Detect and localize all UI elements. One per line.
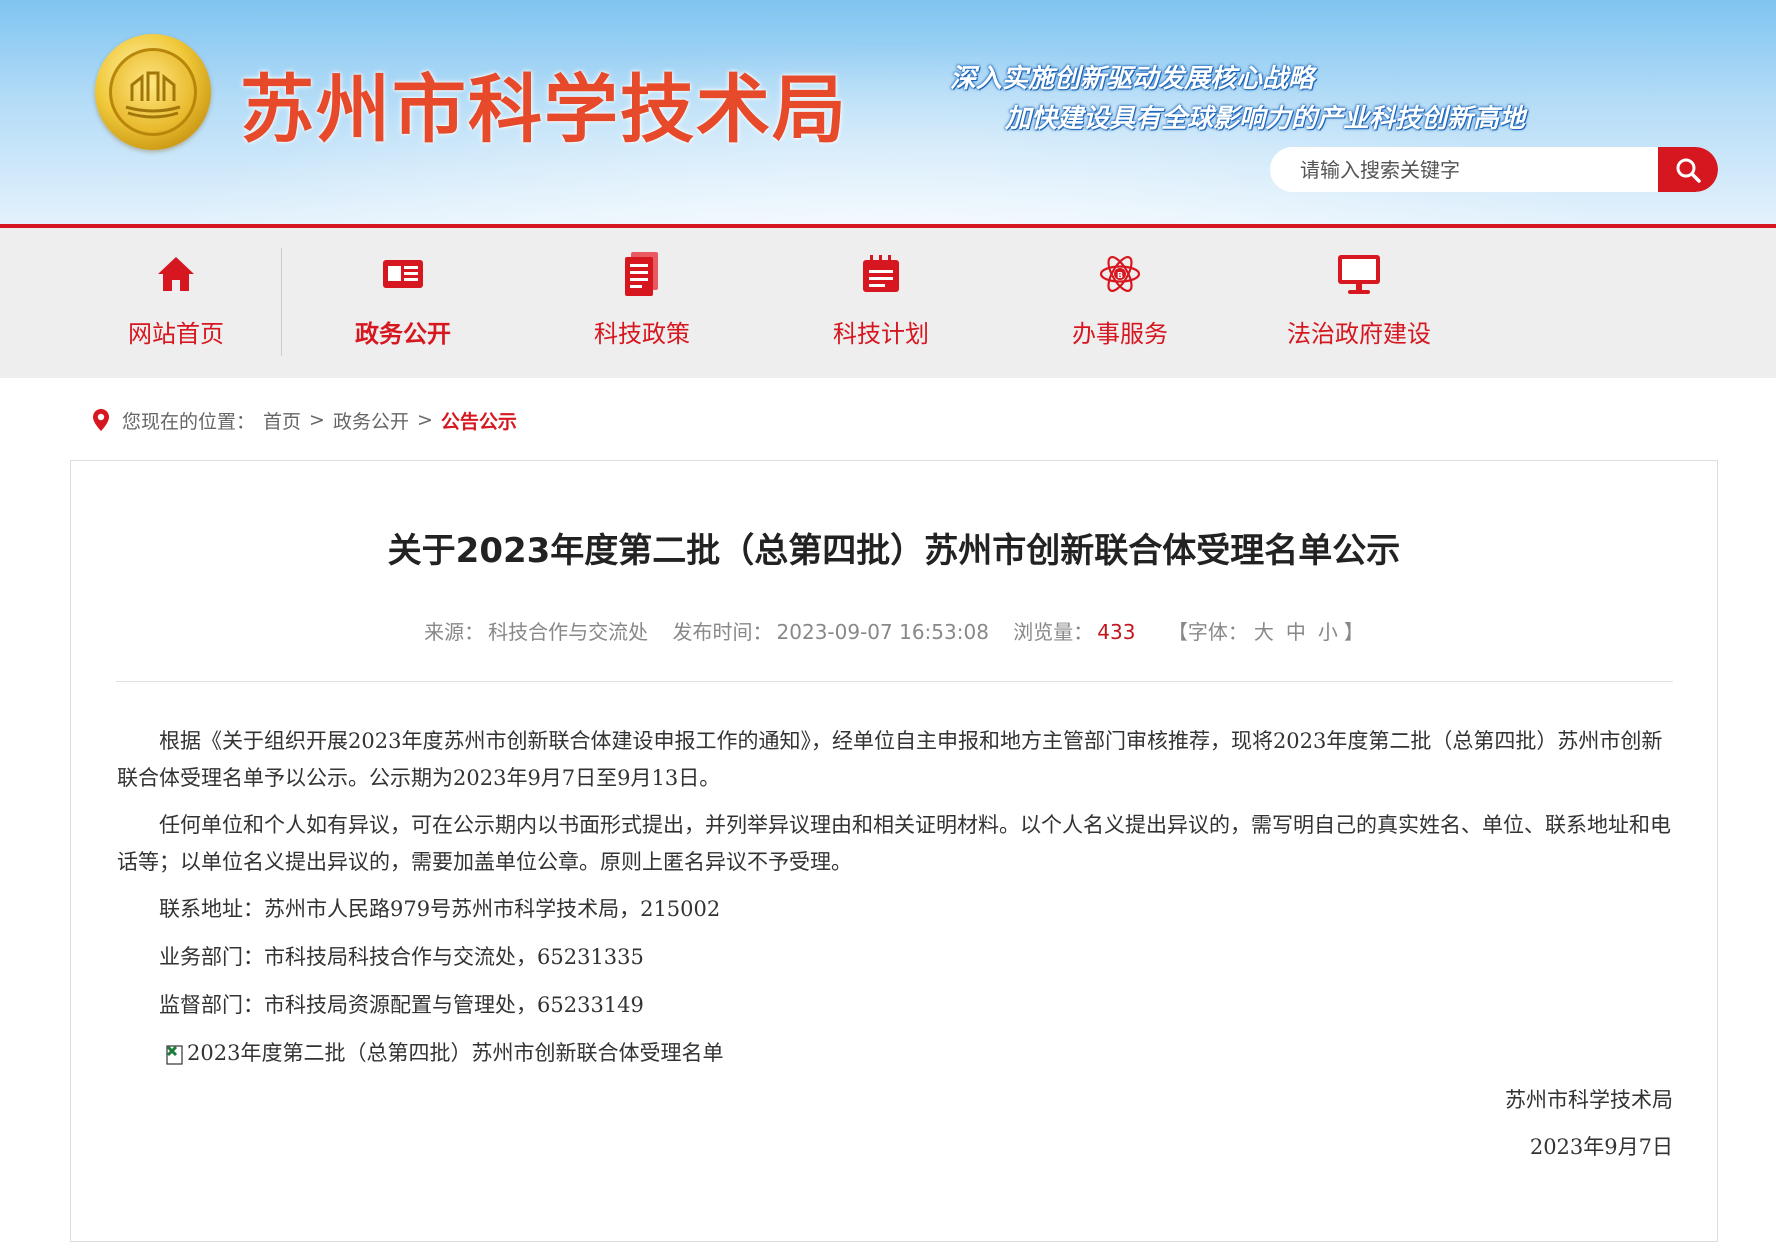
search-input[interactable] (1270, 147, 1658, 192)
breadcrumb: 您现在的位置： 首页 > 政务公开 > 公告公示 (92, 405, 517, 435)
location-pin-icon (93, 409, 109, 431)
nav-label: 政务公开 (355, 320, 451, 348)
home-icon (158, 257, 194, 291)
publish-time-value: 2023-09-07 16:53:08 (776, 620, 989, 644)
search-button[interactable] (1658, 147, 1718, 192)
nav-divider (281, 248, 282, 356)
paragraph: 业务部门：市科技局科技合作与交流处，65231335 (159, 945, 644, 969)
paragraph: 任何单位和个人如有异议，可在公示期内以书面形式提出，并列举异议理由和相关证明材料… (117, 813, 1671, 874)
views-count: 433 (1097, 620, 1136, 644)
article-card: 关于2023年度第二批（总第四批）苏州市创新联合体受理名单公示 来源： 科技合作与… (70, 460, 1718, 1242)
main-nav: 网站首页 政务公开 科技政策 科技计划 B 办事服务 法治政府建设 (0, 228, 1776, 378)
site-header: 苏州市科学技术局 深入实施创新驱动发展核心战略 加快建设具有全球影响力的产业科技… (0, 0, 1776, 224)
font-size-close: 】 (1343, 620, 1364, 644)
breadcrumb-separator: > (309, 409, 325, 431)
document-icon (625, 252, 658, 296)
svg-text:B: B (1117, 271, 1123, 280)
nav-label: 法治政府建设 (1287, 320, 1431, 348)
source-label: 来源： (424, 620, 485, 644)
breadcrumb-government-affairs[interactable]: 政务公开 (333, 407, 409, 434)
article-meta: 来源： 科技合作与交流处 发布时间： 2023-09-07 16:53:08 浏览量… (71, 616, 1717, 645)
paragraph: 监督部门：市科技局资源配置与管理处，65233149 (159, 993, 644, 1017)
signature: 苏州市科学技术局 (1505, 1088, 1673, 1112)
font-size-small-button[interactable]: 小 (1318, 620, 1338, 644)
nav-label: 科技政策 (594, 320, 690, 348)
nav-item-services[interactable]: B 办事服务 (1020, 228, 1220, 378)
nav-label: 网站首页 (128, 320, 224, 348)
article-title: 关于2023年度第二批（总第四批）苏州市创新联合体受理名单公示 (387, 531, 1401, 571)
article-body: 根据《关于组织开展2023年度苏州市创新联合体建设申报工作的通知》，经单位自主申… (117, 723, 1673, 1176)
font-size-large-button[interactable]: 大 (1254, 620, 1274, 644)
site-title: 苏州市科学技术局 (240, 67, 848, 153)
nav-label: 办事服务 (1072, 320, 1168, 348)
search-icon (1676, 158, 1701, 183)
monitor-icon (1338, 255, 1380, 294)
breadcrumb-separator: > (416, 409, 433, 431)
nav-label: 科技计划 (833, 320, 929, 348)
newspaper-icon (383, 260, 423, 288)
publish-time-label: 发布时间： (672, 620, 773, 644)
views-label: 浏览量： (1013, 620, 1094, 644)
breadcrumb-home[interactable]: 首页 (263, 407, 301, 434)
font-size-open: 【字体： (1167, 620, 1248, 644)
excel-file-icon (166, 1044, 183, 1065)
source-value: 科技合作与交流处 (488, 620, 649, 644)
nav-item-home[interactable]: 网站首页 (76, 228, 276, 378)
attachment-row: 2023年度第二批（总第四批）苏州市创新联合体受理名单 (117, 1035, 1673, 1072)
meta-divider (116, 681, 1673, 682)
nav-item-tech-policy[interactable]: 科技政策 (542, 228, 742, 378)
search-box (1270, 147, 1718, 192)
nav-item-tech-plan[interactable]: 科技计划 (781, 228, 981, 378)
paragraph: 联系地址：苏州市人民路979号苏州市科学技术局，215002 (159, 897, 721, 921)
signature-date: 2023年9月7日 (1529, 1135, 1673, 1159)
breadcrumb-prefix: 您现在的位置： (122, 410, 256, 433)
calendar-icon (863, 255, 899, 292)
slogan-line-2: 加快建设具有全球影响力的产业科技创新高地 (1005, 104, 1526, 134)
paragraph: 根据《关于组织开展2023年度苏州市创新联合体建设申报工作的通知》，经单位自主申… (117, 729, 1663, 790)
suzhou-emblem-logo[interactable] (95, 34, 211, 150)
font-size-medium-button[interactable]: 中 (1286, 620, 1306, 644)
nav-item-rule-of-law[interactable]: 法治政府建设 (1259, 228, 1459, 378)
breadcrumb-current[interactable]: 公告公示 (441, 407, 517, 434)
attachment-link[interactable]: 2023年度第二批（总第四批）苏州市创新联合体受理名单 (187, 1035, 723, 1072)
atom-icon: B (1099, 256, 1141, 292)
slogan-line-1: 深入实施创新驱动发展核心战略 (950, 64, 1315, 94)
nav-item-government-affairs[interactable]: 政务公开 (303, 228, 503, 378)
